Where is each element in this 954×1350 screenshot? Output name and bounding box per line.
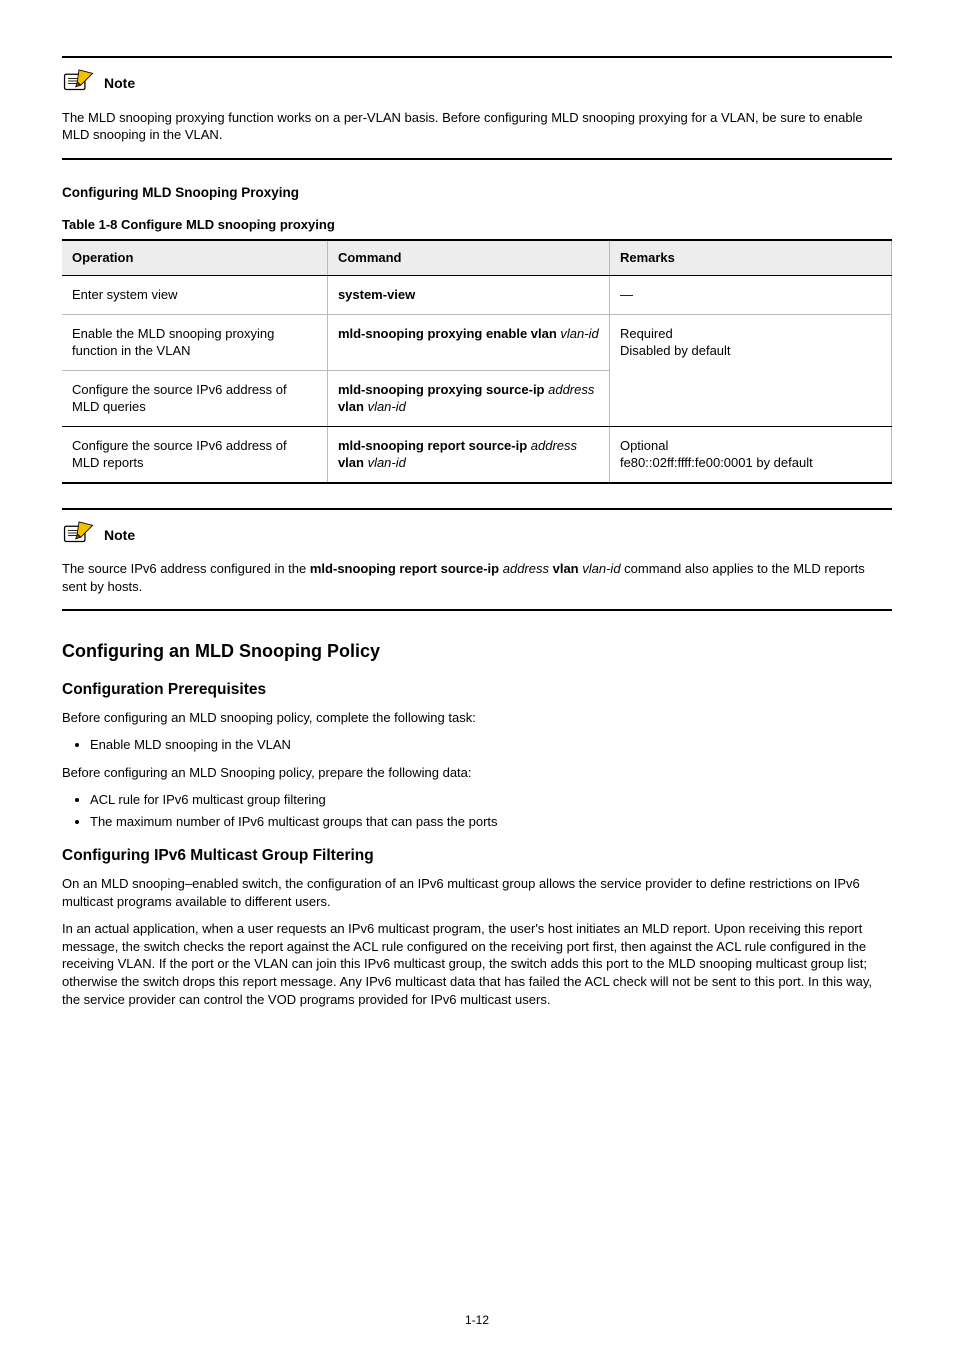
command-table: Operation Command Remarks Enter system v…: [62, 239, 892, 483]
cmd-arg: vlan-id: [557, 326, 599, 341]
bullet-list: ACL rule for IPv6 multicast group filter…: [62, 791, 892, 830]
note-callout-2: Note The source IPv6 address configured …: [62, 508, 892, 612]
note-label: Note: [104, 74, 135, 93]
list-item: The maximum number of IPv6 multicast gro…: [90, 813, 892, 831]
cell-command: mld-snooping report source-ip address vl…: [327, 426, 609, 483]
remarks-line: fe80::02ff:ffff:fe00:0001 by default: [620, 454, 881, 472]
heading-configuring-group-filtering: Configuring IPv6 Multicast Group Filteri…: [62, 846, 892, 867]
cell-operation: Enter system view: [62, 275, 327, 314]
para: In an actual application, when a user re…: [62, 920, 892, 1008]
col-remarks: Remarks: [609, 240, 891, 275]
cell-remarks: —: [609, 275, 891, 314]
para: Before configuring an MLD snooping polic…: [62, 709, 892, 727]
note-label: Note: [104, 526, 135, 545]
note-callout-1: Note The MLD snooping proxying function …: [62, 56, 892, 160]
cmd-keyword: vlan: [338, 399, 368, 414]
cmd-arg: vlan-id: [368, 399, 406, 414]
cell-operation: Enable the MLD snooping proxying functio…: [62, 314, 327, 370]
cell-command: mld-snooping proxying enable vlan vlan-i…: [327, 314, 609, 370]
note-icon: [62, 68, 96, 99]
cell-remarks: Required Disabled by default: [609, 314, 891, 426]
cmd-keyword: system-view: [338, 287, 415, 302]
heading-config-prereq: Configuration Prerequisites: [62, 680, 892, 701]
table-row: Enable the MLD snooping proxying functio…: [62, 314, 892, 370]
remarks-line: Required: [620, 325, 881, 343]
cell-remarks: Optional fe80::02ff:ffff:fe00:0001 by de…: [609, 426, 891, 483]
col-command: Command: [327, 240, 609, 275]
cmd-keyword: vlan: [338, 455, 368, 470]
remarks-line: Disabled by default: [620, 342, 881, 360]
list-item: Enable MLD snooping in the VLAN: [90, 736, 892, 754]
heading-configuring-policy: Configuring an MLD Snooping Policy: [62, 639, 892, 663]
cell-command: mld-snooping proxying source-ip address …: [327, 370, 609, 426]
table-header-row: Operation Command Remarks: [62, 240, 892, 275]
note-header: Note: [62, 520, 892, 551]
cmd-arg: vlan-id: [368, 455, 406, 470]
cmd-keyword: mld-snooping proxying source-ip: [338, 382, 548, 397]
note-body: The source IPv6 address configured in th…: [62, 560, 892, 595]
table-row: Enter system view system-view —: [62, 275, 892, 314]
remarks-dash: —: [620, 287, 633, 302]
col-operation: Operation: [62, 240, 327, 275]
note-header: Note: [62, 68, 892, 99]
list-item: ACL rule for IPv6 multicast group filter…: [90, 791, 892, 809]
bullet-list: Enable MLD snooping in the VLAN: [62, 736, 892, 754]
cell-command: system-view: [327, 275, 609, 314]
page: Note The MLD snooping proxying function …: [0, 0, 954, 1350]
para: Before configuring an MLD Snooping polic…: [62, 764, 892, 782]
note-icon: [62, 520, 96, 551]
para: On an MLD snooping–enabled switch, the c…: [62, 875, 892, 910]
remarks-line: Optional: [620, 437, 881, 455]
table-row: Configure the source IPv6 address of MLD…: [62, 426, 892, 483]
section-heading-configure-proxying: Configuring MLD Snooping Proxying: [62, 184, 892, 202]
cmd-keyword: mld-snooping report source-ip: [338, 438, 527, 453]
cell-operation: Configure the source IPv6 address of MLD…: [62, 426, 327, 483]
table-caption: Table 1-8 Configure MLD snooping proxyin…: [62, 216, 892, 234]
cmd-keyword: mld-snooping proxying enable vlan: [338, 326, 557, 341]
page-number: 1-12: [0, 1312, 954, 1328]
cmd-arg: address: [548, 382, 594, 397]
cmd-arg: address: [527, 438, 577, 453]
cell-operation: Configure the source IPv6 address of MLD…: [62, 370, 327, 426]
note-body: The MLD snooping proxying function works…: [62, 109, 892, 144]
